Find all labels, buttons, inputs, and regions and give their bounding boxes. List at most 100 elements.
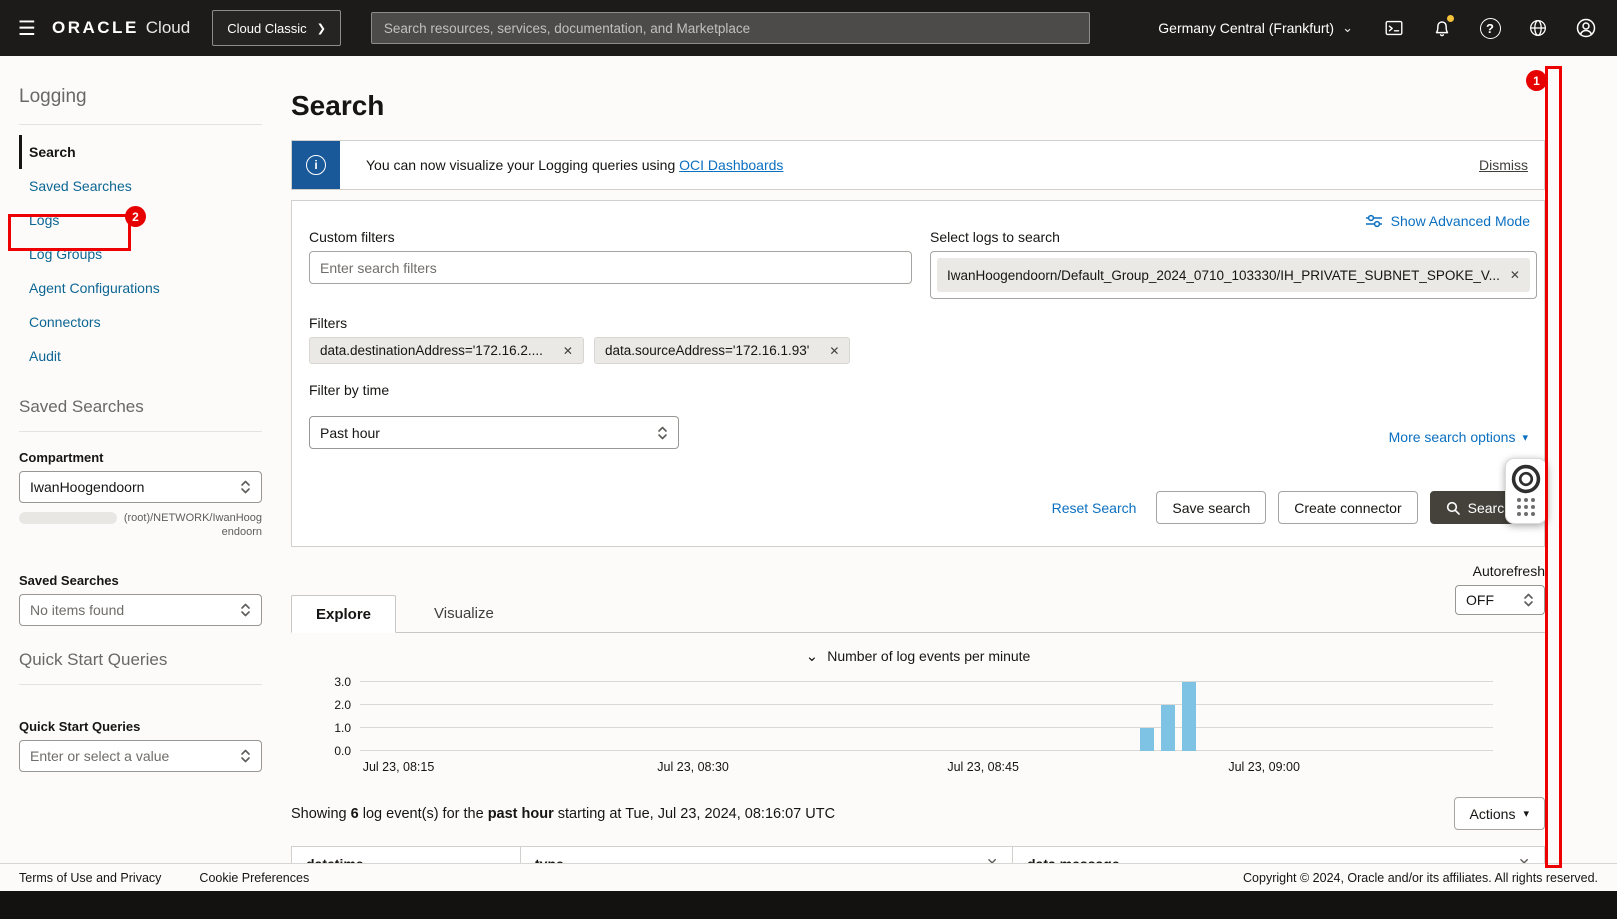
chart-xtick-label: Jul 23, 08:30 — [657, 760, 729, 774]
select-logs-label: Select logs to search — [930, 229, 1060, 245]
chart-xtick-label: Jul 23, 08:15 — [362, 760, 435, 774]
column-header-type: type ✕ — [521, 847, 1013, 863]
results-summary: Showing 6 log event(s) for the past hour… — [291, 806, 835, 822]
compartment-label: Compartment — [19, 450, 104, 465]
summary-range: past hour — [487, 805, 554, 822]
sidebar-item-agent-configurations[interactable]: Agent Configurations — [19, 271, 262, 305]
column-header-datetime: datetime — [292, 847, 521, 863]
remove-column-icon[interactable]: ✕ — [986, 855, 998, 863]
header-actions: Germany Central (Frankfurt) ⌄ ? — [1158, 13, 1601, 43]
create-connector-button[interactable]: Create connector — [1278, 491, 1418, 524]
select-logs-box[interactable]: IwanHoogendoorn/Default_Group_2024_0710_… — [930, 251, 1537, 299]
sidebar-item-audit[interactable]: Audit — [19, 339, 262, 373]
cloud-shell-icon[interactable] — [1379, 13, 1409, 43]
tab-explore[interactable]: Explore — [291, 595, 397, 633]
chevron-right-icon: ❯ — [316, 22, 326, 35]
remove-column-icon[interactable]: ✕ — [1518, 855, 1530, 863]
time-filter-select[interactable]: Past hour — [309, 416, 679, 449]
summary-text: Showing — [291, 805, 351, 822]
page-title: Search — [291, 90, 385, 121]
copyright-text: Copyright © 2024, Oracle and/or its affi… — [1243, 870, 1598, 885]
more-search-options-label: More search options — [1388, 429, 1516, 445]
sidebar-item-log-groups[interactable]: Log Groups — [19, 237, 262, 271]
annotation-badge-1: 1 — [1526, 70, 1547, 91]
bottom-bar — [0, 891, 1617, 919]
saved-searches-select[interactable]: No items found — [19, 594, 262, 626]
chart-xaxis-area — [291, 751, 1545, 781]
create-connector-label: Create connector — [1294, 499, 1402, 516]
filter-chip-label: data.destinationAddress='172.16.2.... — [320, 343, 543, 358]
time-filter-value: Past hour — [320, 424, 380, 441]
remove-filter-icon[interactable]: ✕ — [563, 344, 573, 358]
cloud-classic-button[interactable]: Cloud Classic ❯ — [212, 10, 341, 46]
terms-link[interactable]: Terms of Use and Privacy — [19, 871, 161, 885]
chart-plot: 0.0 1.0 2.0 3.0 Jul 23, 08:15 Jul 23, 08:30 Ju… — [334, 675, 1493, 774]
global-search-input[interactable] — [370, 12, 1090, 44]
filter-chip: data.sourceAddress='172.16.1.93' ✕ — [593, 337, 851, 364]
chart-header: ⌄ Number of log events per minute — [291, 647, 1545, 665]
search-icon — [1446, 501, 1460, 515]
selected-log-chip: IwanHoogendoorn/Default_Group_2024_0710_… — [937, 258, 1530, 292]
advanced-mode-link[interactable]: Show Advanced Mode — [1365, 213, 1530, 229]
sidebar-item-search[interactable]: Search — [19, 135, 262, 169]
filters-label: Filters — [309, 315, 348, 331]
chart-bar — [1161, 705, 1176, 751]
tab-visualize[interactable]: Visualize — [410, 594, 518, 632]
custom-filters-label: Custom filters — [309, 229, 395, 245]
remove-log-icon[interactable]: ✕ — [1510, 268, 1520, 282]
logo-cloud-text: Cloud — [145, 18, 191, 37]
banner-message: You can now visualize your Logging queri… — [366, 157, 680, 173]
region-selector[interactable]: Germany Central (Frankfurt) ⌄ — [1158, 20, 1353, 36]
drag-handle-dots[interactable] — [1517, 498, 1535, 516]
quick-start-select[interactable]: Enter or select a value — [19, 740, 262, 772]
hamburger-menu-icon[interactable]: ☰ — [10, 11, 44, 45]
oci-dashboards-link[interactable]: OCI Dashboards — [679, 157, 783, 173]
user-profile-icon[interactable] — [1571, 13, 1601, 43]
custom-filters-input[interactable] — [309, 251, 912, 284]
compartment-path-highlight — [19, 512, 117, 524]
chart-gridline — [360, 727, 1493, 728]
table-header-row: datetime type ✕ data.message ✕ — [292, 847, 1544, 863]
help-question-glyph: ? — [1479, 17, 1501, 39]
sidebar-item-connectors[interactable]: Connectors — [19, 305, 262, 339]
top-header: ☰ ORACLE Cloud Cloud Classic ❯ Germany C… — [0, 0, 1617, 56]
tab-bar: Explore Visualize — [291, 594, 1545, 633]
compartment-value: IwanHoogendoorn — [30, 479, 145, 495]
actions-button[interactable]: Actions ▾ — [1453, 797, 1545, 830]
quick-start-placeholder: Enter or select a value — [30, 748, 170, 764]
actions-label: Actions — [1469, 805, 1516, 822]
saved-searches-value: No items found — [30, 602, 125, 618]
remove-filter-icon[interactable]: ✕ — [829, 344, 839, 358]
dismiss-link[interactable]: Dismiss — [1479, 157, 1528, 173]
help-icon[interactable]: ? — [1475, 13, 1505, 43]
chart-ytick-label: 3.0 — [334, 675, 351, 689]
sidebar: Logging Search Saved Searches Logs Log G… — [0, 56, 281, 863]
collapse-chevron-icon[interactable]: ⌄ — [806, 647, 819, 665]
cookie-preferences-link[interactable]: Cookie Preferences — [199, 871, 309, 885]
chart-xtick-label: Jul 23, 08:45 — [947, 760, 1019, 774]
reset-search-link[interactable]: Reset Search — [1052, 500, 1137, 516]
notifications-bell-icon[interactable] — [1427, 13, 1457, 43]
language-globe-icon[interactable] — [1523, 13, 1553, 43]
compartment-select[interactable]: IwanHoogendoorn — [19, 471, 262, 503]
selected-log-chip-label: IwanHoogendoorn/Default_Group_2024_0710_… — [947, 267, 1500, 283]
oracle-cloud-logo: ORACLE Cloud — [52, 18, 190, 38]
select-spinner-icon — [240, 479, 251, 495]
explore-header: Autorefresh OFF Explore Visualize — [291, 547, 1545, 633]
sidebar-item-saved-searches[interactable]: Saved Searches — [19, 169, 262, 203]
info-icon: i — [292, 141, 340, 189]
extension-overlay-widget[interactable] — [1505, 458, 1547, 524]
more-search-options-link[interactable]: More search options ▾ — [1389, 429, 1528, 445]
footer: Terms of Use and Privacy Cookie Preferen… — [0, 863, 1617, 891]
cloud-classic-label: Cloud Classic — [227, 20, 307, 36]
info-banner: i You can now visualize your Logging que… — [291, 140, 1545, 190]
chevron-down-icon: ⌄ — [1342, 20, 1353, 35]
chart-gridline — [360, 704, 1493, 705]
select-spinner-icon — [240, 748, 251, 764]
filter-chip: data.destinationAddress='172.16.2.... ✕ — [309, 337, 584, 364]
save-search-button[interactable]: Save search — [1156, 491, 1267, 524]
advanced-mode-label: Show Advanced Mode — [1390, 213, 1530, 229]
caret-down-icon: ▾ — [1523, 808, 1529, 820]
chart-xtick-label: Jul 23, 09:00 — [1228, 760, 1300, 774]
chart-gridline — [360, 750, 1493, 751]
